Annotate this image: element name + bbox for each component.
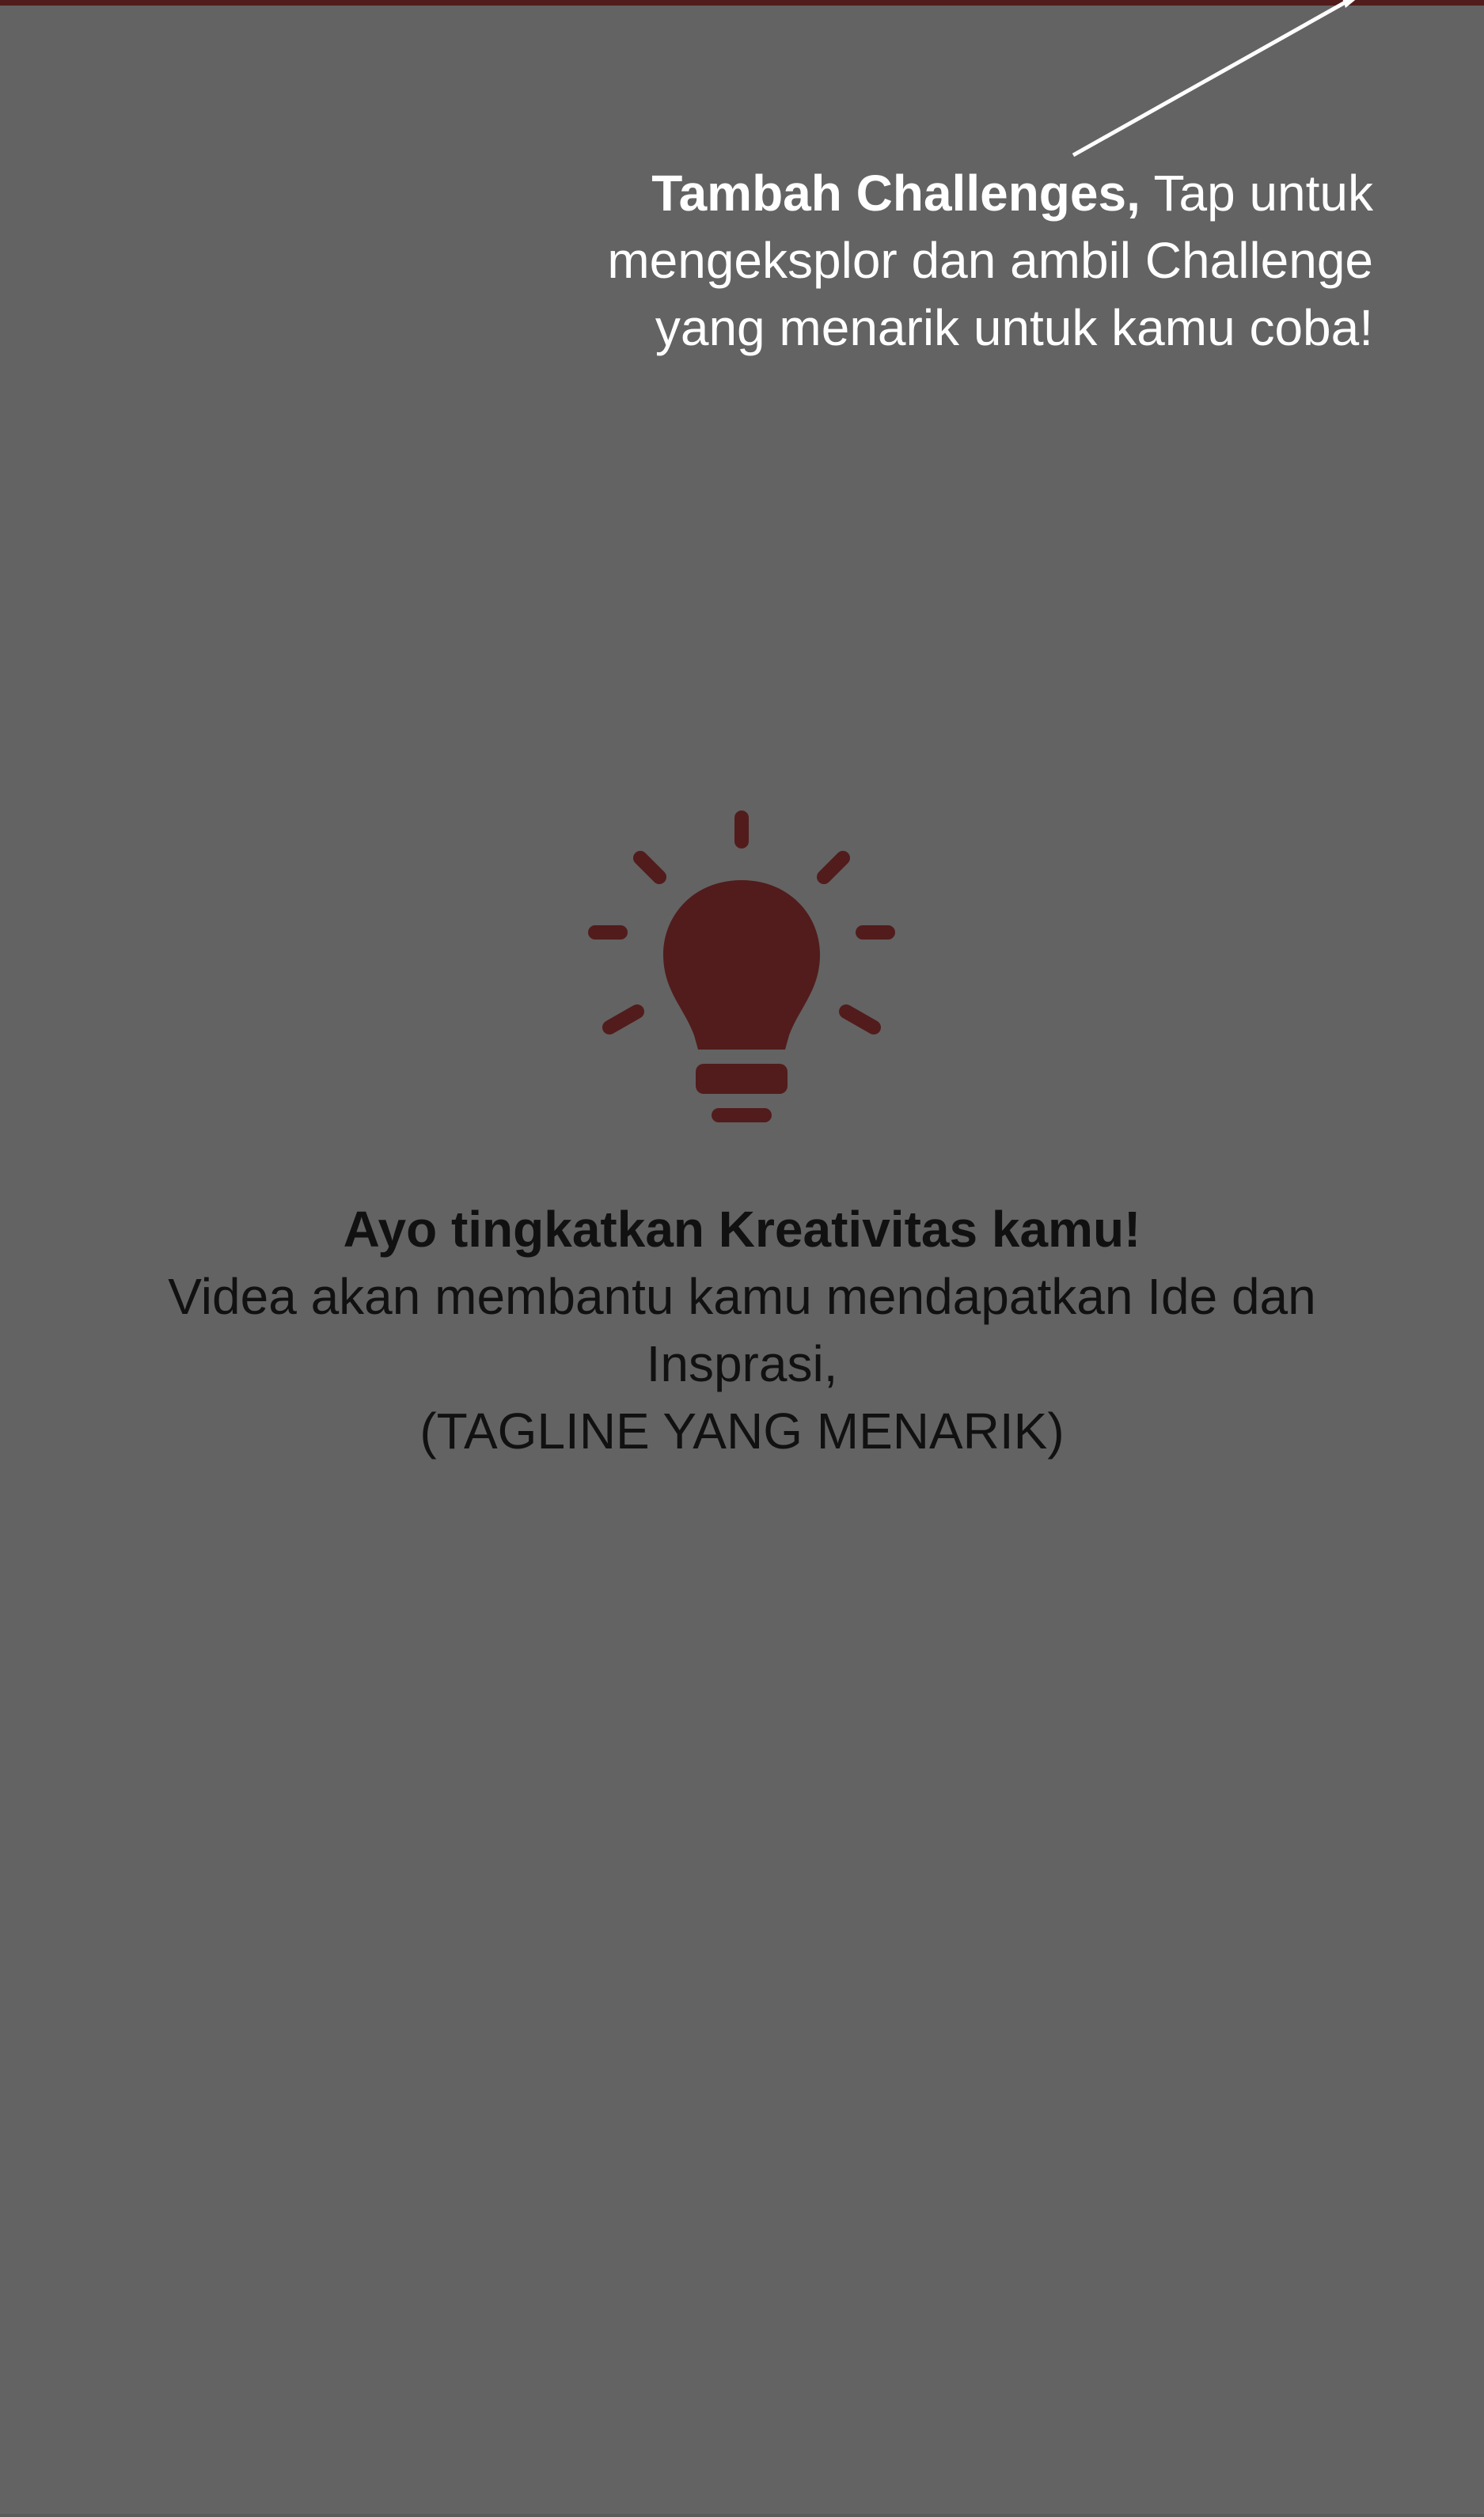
empty-state-description: Videa akan membantu kamu mendapatkan Ide… bbox=[168, 1268, 1316, 1392]
bottom-edge bbox=[0, 2514, 1484, 2517]
coach-mark-hint: Tambah Challenges, Tap untuk mengeksplor… bbox=[582, 160, 1373, 362]
lightbulb-icon bbox=[588, 811, 895, 1122]
empty-state-tagline: (TAGLINE YANG MENARIK) bbox=[419, 1403, 1065, 1460]
top-app-bar-edge bbox=[0, 0, 1484, 6]
empty-state: Ayo tingkatkan Kreativitas kamu! Videa a… bbox=[0, 1195, 1484, 1465]
coach-mark-bold-label: Tambah Challenges, bbox=[651, 165, 1141, 222]
empty-state-title: Ayo tingkatkan Kreativitas kamu! bbox=[343, 1201, 1141, 1258]
